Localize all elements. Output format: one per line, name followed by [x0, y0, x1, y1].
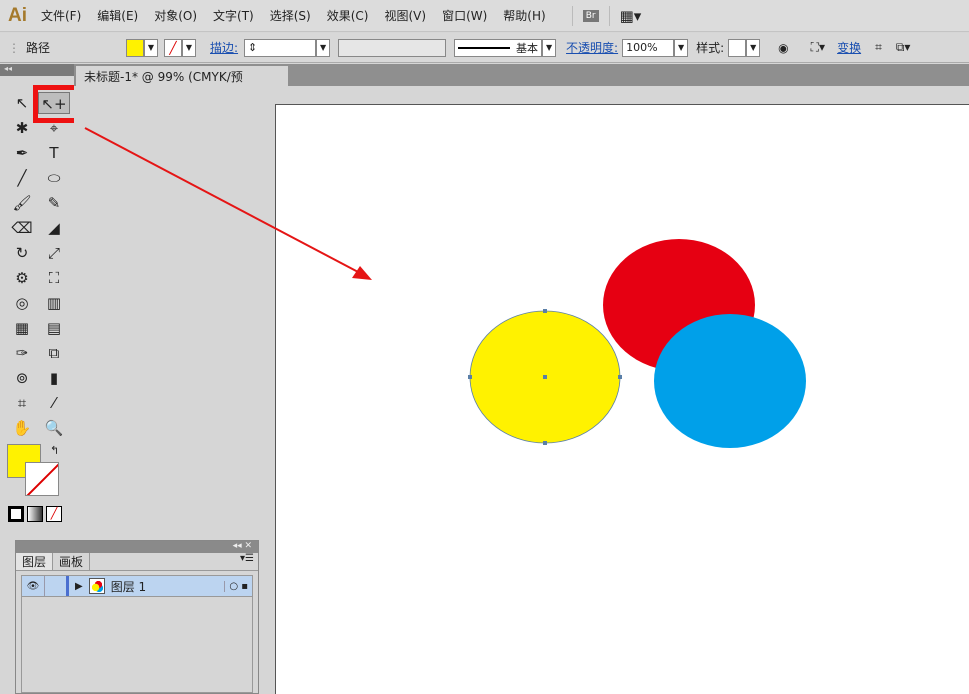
annotation-arrow-line [84, 127, 361, 274]
visibility-eye-icon[interactable]: 👁 [22, 581, 44, 592]
panel-menu-icon[interactable]: ▾☰ [90, 553, 258, 570]
panel-header[interactable]: ◂◂ ✕ [16, 541, 258, 553]
layers-panel: ◂◂ ✕ 图层 画板 ▾☰ 👁 ▶ 图层 1 ○ ▪ [15, 540, 259, 694]
layer-name[interactable]: 图层 1 [111, 578, 225, 595]
annotation-arrow-head [352, 266, 372, 280]
blue-ellipse[interactable] [654, 314, 806, 448]
tab-artboards[interactable]: 画板 [53, 553, 91, 570]
target-circle-icon[interactable]: ○ ▪ [224, 580, 252, 592]
tab-layers[interactable]: 图层 [16, 553, 54, 570]
layer-row[interactable]: 👁 ▶ 图层 1 ○ ▪ [21, 575, 253, 597]
layer-thumbnail [88, 578, 105, 594]
expand-triangle-icon[interactable]: ▶ [75, 581, 83, 592]
layer-list [21, 597, 253, 693]
